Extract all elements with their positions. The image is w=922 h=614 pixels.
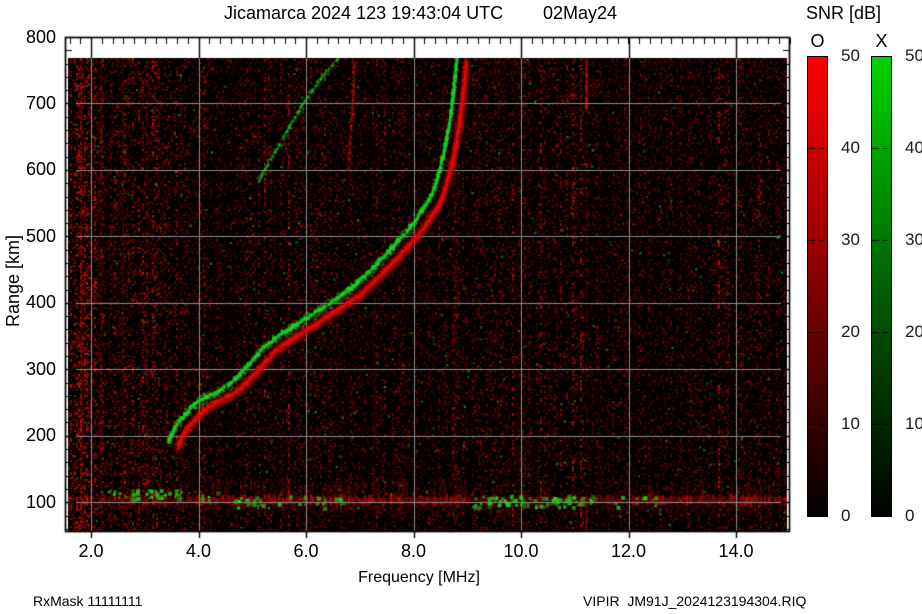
ionogram-app: Jicamarca 2024 123 19:43:04 UTC 02May24 … (0, 0, 922, 614)
ionogram-canvas (0, 0, 922, 614)
